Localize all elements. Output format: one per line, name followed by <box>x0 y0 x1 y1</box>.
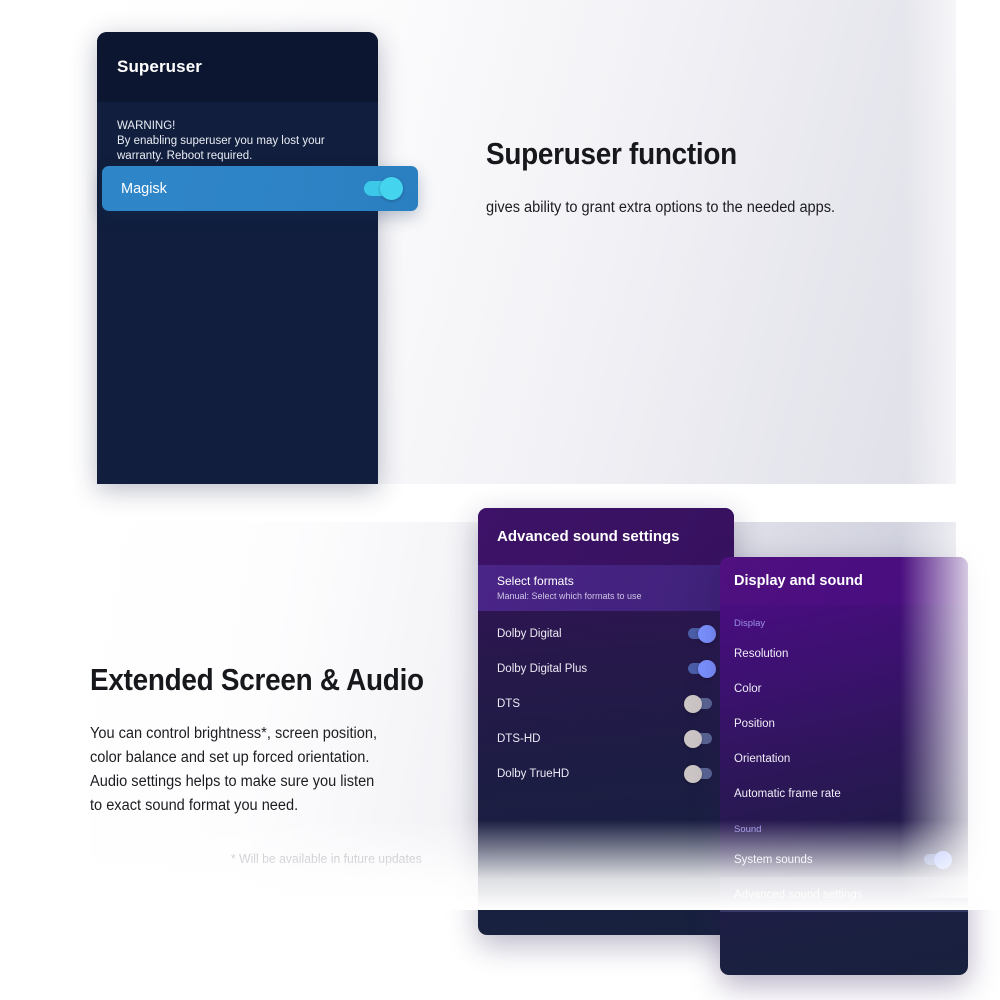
select-formats-subtitle: Manual: Select which formats to use <box>497 591 642 601</box>
select-formats-row[interactable]: Select formats Manual: Select which form… <box>478 565 734 611</box>
display-row-label: Resolution <box>734 647 789 660</box>
sound-format-list: Dolby Digital Dolby Digital Plus DTS DTS… <box>478 611 734 791</box>
sound-format-label: Dolby Digital <box>497 627 562 640</box>
superuser-card: Superuser WARNING! By enabling superuser… <box>97 32 378 484</box>
display-row-label: Color <box>734 682 762 695</box>
sound-format-toggle[interactable] <box>684 764 712 783</box>
section-two-body-line-2: color balance and set up forced orientat… <box>90 749 370 766</box>
warning-heading: WARNING! <box>117 120 176 132</box>
section-two-body-line-4: to exact sound format you need. <box>90 797 299 814</box>
toggle-knob-icon <box>684 694 702 713</box>
display-and-sound-title: Display and sound <box>734 573 863 589</box>
sound-format-row[interactable]: Dolby Digital <box>478 616 734 651</box>
toggle-knob-icon <box>684 764 702 783</box>
toggle-knob-icon <box>380 177 403 200</box>
sound-format-toggle[interactable] <box>684 694 712 713</box>
display-row-label: Automatic frame rate <box>734 787 841 800</box>
sound-format-toggle[interactable] <box>688 624 716 643</box>
sound-format-row[interactable]: DTS-HD <box>478 721 734 756</box>
section-one-heading: Superuser function <box>486 136 737 171</box>
sound-format-row[interactable]: DTS <box>478 686 734 721</box>
sound-format-row[interactable]: Dolby Digital Plus <box>478 651 734 686</box>
toggle-knob-icon <box>698 624 716 643</box>
superuser-card-title: Superuser <box>117 57 202 76</box>
section-one-copy: Superuser function gives ability to gran… <box>486 136 926 219</box>
sound-format-toggle[interactable] <box>684 729 712 748</box>
sound-format-label: DTS <box>497 697 520 710</box>
section-two-body-line-3: Audio settings helps to make sure you li… <box>90 773 375 790</box>
display-row-label: Orientation <box>734 752 791 765</box>
magisk-label: Magisk <box>121 180 167 197</box>
sound-format-label: Dolby Digital Plus <box>497 662 588 675</box>
section-one-right-fade <box>905 0 1000 484</box>
advanced-sound-settings-title: Advanced sound settings <box>497 528 680 545</box>
sound-format-row[interactable]: Dolby TrueHD <box>478 756 734 791</box>
sound-format-toggle[interactable] <box>688 659 716 678</box>
select-formats-title: Select formats <box>497 574 574 588</box>
section-two-bottom-fade <box>40 820 1000 910</box>
section-one-body: gives ability to grant extra options to … <box>486 199 836 216</box>
toggle-knob-icon <box>698 659 716 678</box>
advanced-sound-settings-header: Advanced sound settings <box>478 508 734 565</box>
display-row-label: Position <box>734 717 775 730</box>
toggle-knob-icon <box>684 729 702 748</box>
section-two-right-fade <box>900 522 1000 898</box>
warning-text-line-1: By enabling superuser you may lost your <box>117 135 325 148</box>
sound-format-label: Dolby TrueHD <box>497 767 570 780</box>
magisk-setting-row[interactable]: Magisk <box>102 166 418 211</box>
warning-text-line-2: warranty. Reboot required. <box>117 150 253 163</box>
superuser-card-header: Superuser <box>97 32 378 102</box>
sound-format-label: DTS-HD <box>497 732 541 745</box>
section-two-heading: Extended Screen & Audio <box>90 662 424 697</box>
section-two-body-line-1: You can control brightness*, screen posi… <box>90 725 377 742</box>
poster-canvas: Superuser WARNING! By enabling superuser… <box>0 0 1000 1000</box>
magisk-toggle-switch[interactable] <box>364 177 403 200</box>
